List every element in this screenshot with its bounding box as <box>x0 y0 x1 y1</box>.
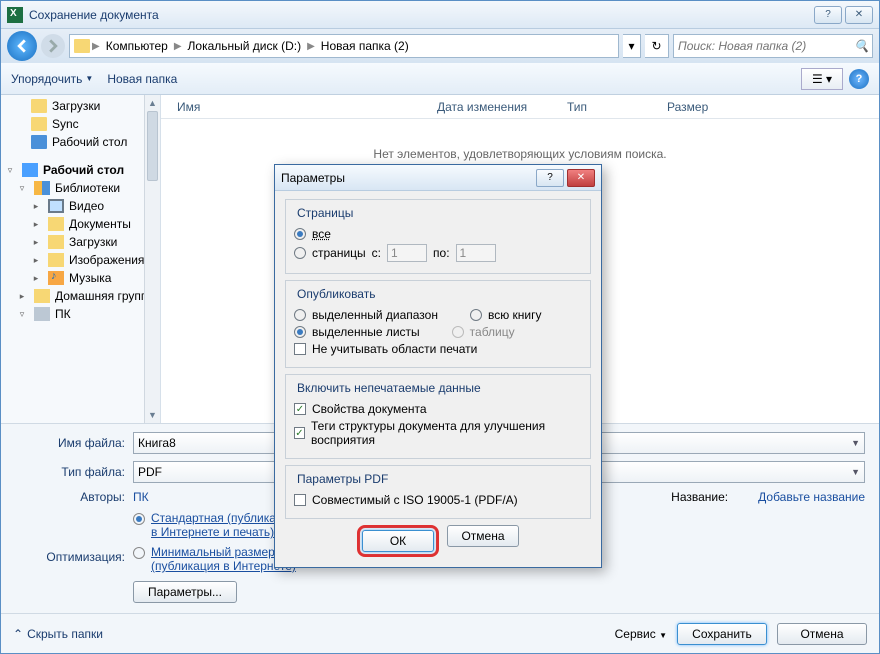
search-icon[interactable]: 🔍 <box>854 39 868 53</box>
nonprint-fieldset: Включить непечатаемые данные Свойства до… <box>285 374 591 459</box>
pages-legend: Страницы <box>294 206 356 220</box>
params-help-icon[interactable]: ? <box>536 169 564 187</box>
help-icon[interactable]: ? <box>814 6 842 24</box>
cancel-button[interactable]: Отмена <box>777 623 867 645</box>
nav-row: ▶ Компьютер▶ Локальный диск (D:)▶ Новая … <box>1 29 879 63</box>
pdf-fieldset: Параметры PDF Совместимый с ISO 19005-1 … <box>285 465 591 519</box>
sidebar-item-homegroup[interactable]: ▸Домашняя групп <box>1 287 160 305</box>
scroll-down-icon[interactable]: ▼ <box>145 407 160 423</box>
sidebar-item-documents[interactable]: ▸Документы <box>1 215 160 233</box>
title-value[interactable]: Добавьте название <box>758 490 865 504</box>
sidebar-item-sync[interactable]: Sync <box>1 115 160 133</box>
service-menu[interactable]: Сервис ▼ <box>615 627 667 641</box>
publish-range-radio[interactable] <box>294 309 306 321</box>
opt-minimal-radio[interactable] <box>133 547 145 559</box>
doc-props-check[interactable] <box>294 403 306 415</box>
search-input-wrapper: 🔍 <box>673 34 873 58</box>
refresh-button[interactable]: ↻ <box>645 34 669 58</box>
organize-menu[interactable]: Упорядочить ▼ <box>11 72 93 86</box>
crumb-disk[interactable]: Локальный диск (D:) <box>184 39 306 53</box>
sidebar-item-images[interactable]: ▸Изображения <box>1 251 160 269</box>
iso-check[interactable] <box>294 494 306 506</box>
close-icon[interactable]: ✕ <box>845 6 873 24</box>
sidebar-item-downloads[interactable]: Загрузки <box>1 97 160 115</box>
filetype-label: Тип файла: <box>15 465 125 479</box>
struct-tags-check[interactable] <box>294 427 305 439</box>
hide-folders-button[interactable]: ⌃Скрыть папки <box>13 627 103 641</box>
crumb-folder[interactable]: Новая папка (2) <box>317 39 413 53</box>
chevron-up-icon: ⌃ <box>13 627 23 641</box>
col-size[interactable]: Размер <box>659 100 739 114</box>
pages-range-radio[interactable] <box>294 247 306 259</box>
window-title: Сохранение документа <box>29 8 159 22</box>
scroll-up-icon[interactable]: ▲ <box>145 95 160 111</box>
crumb-computer[interactable]: Компьютер <box>102 39 172 53</box>
nav-forward-button[interactable] <box>41 34 65 58</box>
params-ok-button[interactable]: ОК <box>362 530 434 552</box>
ignore-print-check[interactable] <box>294 343 306 355</box>
sidebar-item-desktop-root[interactable]: ▿Рабочий стол <box>1 161 160 179</box>
sidebar-item-downloads2[interactable]: ▸Загрузки <box>1 233 160 251</box>
publish-sheets-radio[interactable] <box>294 326 306 338</box>
view-mode-button[interactable]: ☰ ▾ <box>801 68 843 90</box>
sidebar-item-desktop[interactable]: Рабочий стол <box>1 133 160 151</box>
filename-label: Имя файла: <box>15 436 125 450</box>
page-to-input[interactable]: 1 <box>456 244 496 262</box>
params-title: Параметры <box>281 171 345 185</box>
params-close-icon[interactable]: ✕ <box>567 169 595 187</box>
column-headers[interactable]: Имя Дата изменения Тип Размер <box>161 95 879 119</box>
params-button[interactable]: Параметры... <box>133 581 237 603</box>
publish-fieldset: Опубликовать выделенный диапазон всю кни… <box>285 280 591 368</box>
breadcrumb[interactable]: ▶ Компьютер▶ Локальный диск (D:)▶ Новая … <box>69 34 619 58</box>
opt-standard-radio[interactable] <box>133 513 145 525</box>
sidebar-scrollbar[interactable]: ▲ ▼ <box>144 95 160 423</box>
sidebar: Загрузки Sync Рабочий стол ▿Рабочий стол… <box>1 95 161 423</box>
footer: ⌃Скрыть папки Сервис ▼ Сохранить Отмена <box>1 613 879 653</box>
sidebar-item-video[interactable]: ▸Видео <box>1 197 160 215</box>
authors-label: Авторы: <box>15 490 125 504</box>
new-folder-button[interactable]: Новая папка <box>107 72 177 86</box>
optimization-label: Оптимизация: <box>15 550 125 564</box>
save-button[interactable]: Сохранить <box>677 623 767 645</box>
publish-book-radio[interactable] <box>470 309 482 321</box>
search-input[interactable] <box>678 39 854 53</box>
title-label: Название: <box>671 490 728 504</box>
sidebar-item-music[interactable]: ▸Музыка <box>1 269 160 287</box>
params-dialog: Параметры ? ✕ Страницы все страницы с: 1… <box>274 164 602 568</box>
folder-icon <box>74 39 90 53</box>
pages-all-label[interactable]: все <box>312 227 331 241</box>
col-type[interactable]: Тип <box>559 100 659 114</box>
scroll-thumb[interactable] <box>147 111 158 181</box>
col-date[interactable]: Дата изменения <box>429 100 559 114</box>
pdf-legend: Параметры PDF <box>294 472 391 486</box>
breadcrumb-dropdown[interactable]: ▾ <box>623 34 641 58</box>
col-name[interactable]: Имя <box>169 100 429 114</box>
params-titlebar: Параметры ? ✕ <box>275 165 601 191</box>
excel-icon <box>7 7 23 23</box>
sidebar-item-pc[interactable]: ▿ПК <box>1 305 160 323</box>
nav-back-button[interactable] <box>7 31 37 61</box>
publish-table-radio <box>452 326 464 338</box>
authors-value[interactable]: ПК <box>133 490 149 504</box>
pages-range-label[interactable]: страницы <box>312 246 366 260</box>
params-cancel-button[interactable]: Отмена <box>447 525 519 547</box>
pages-all-radio[interactable] <box>294 228 306 240</box>
ok-highlight: ОК <box>357 525 439 557</box>
publish-legend: Опубликовать <box>294 287 378 301</box>
help-button[interactable]: ? <box>849 69 869 89</box>
toolbar: Упорядочить ▼ Новая папка ☰ ▾ ? <box>1 63 879 95</box>
page-from-input[interactable]: 1 <box>387 244 427 262</box>
nonprint-legend: Включить непечатаемые данные <box>294 381 484 395</box>
titlebar: Сохранение документа ? ✕ <box>1 1 879 29</box>
sidebar-item-libraries[interactable]: ▿Библиотеки <box>1 179 160 197</box>
pages-fieldset: Страницы все страницы с: 1 по: 1 <box>285 199 591 274</box>
